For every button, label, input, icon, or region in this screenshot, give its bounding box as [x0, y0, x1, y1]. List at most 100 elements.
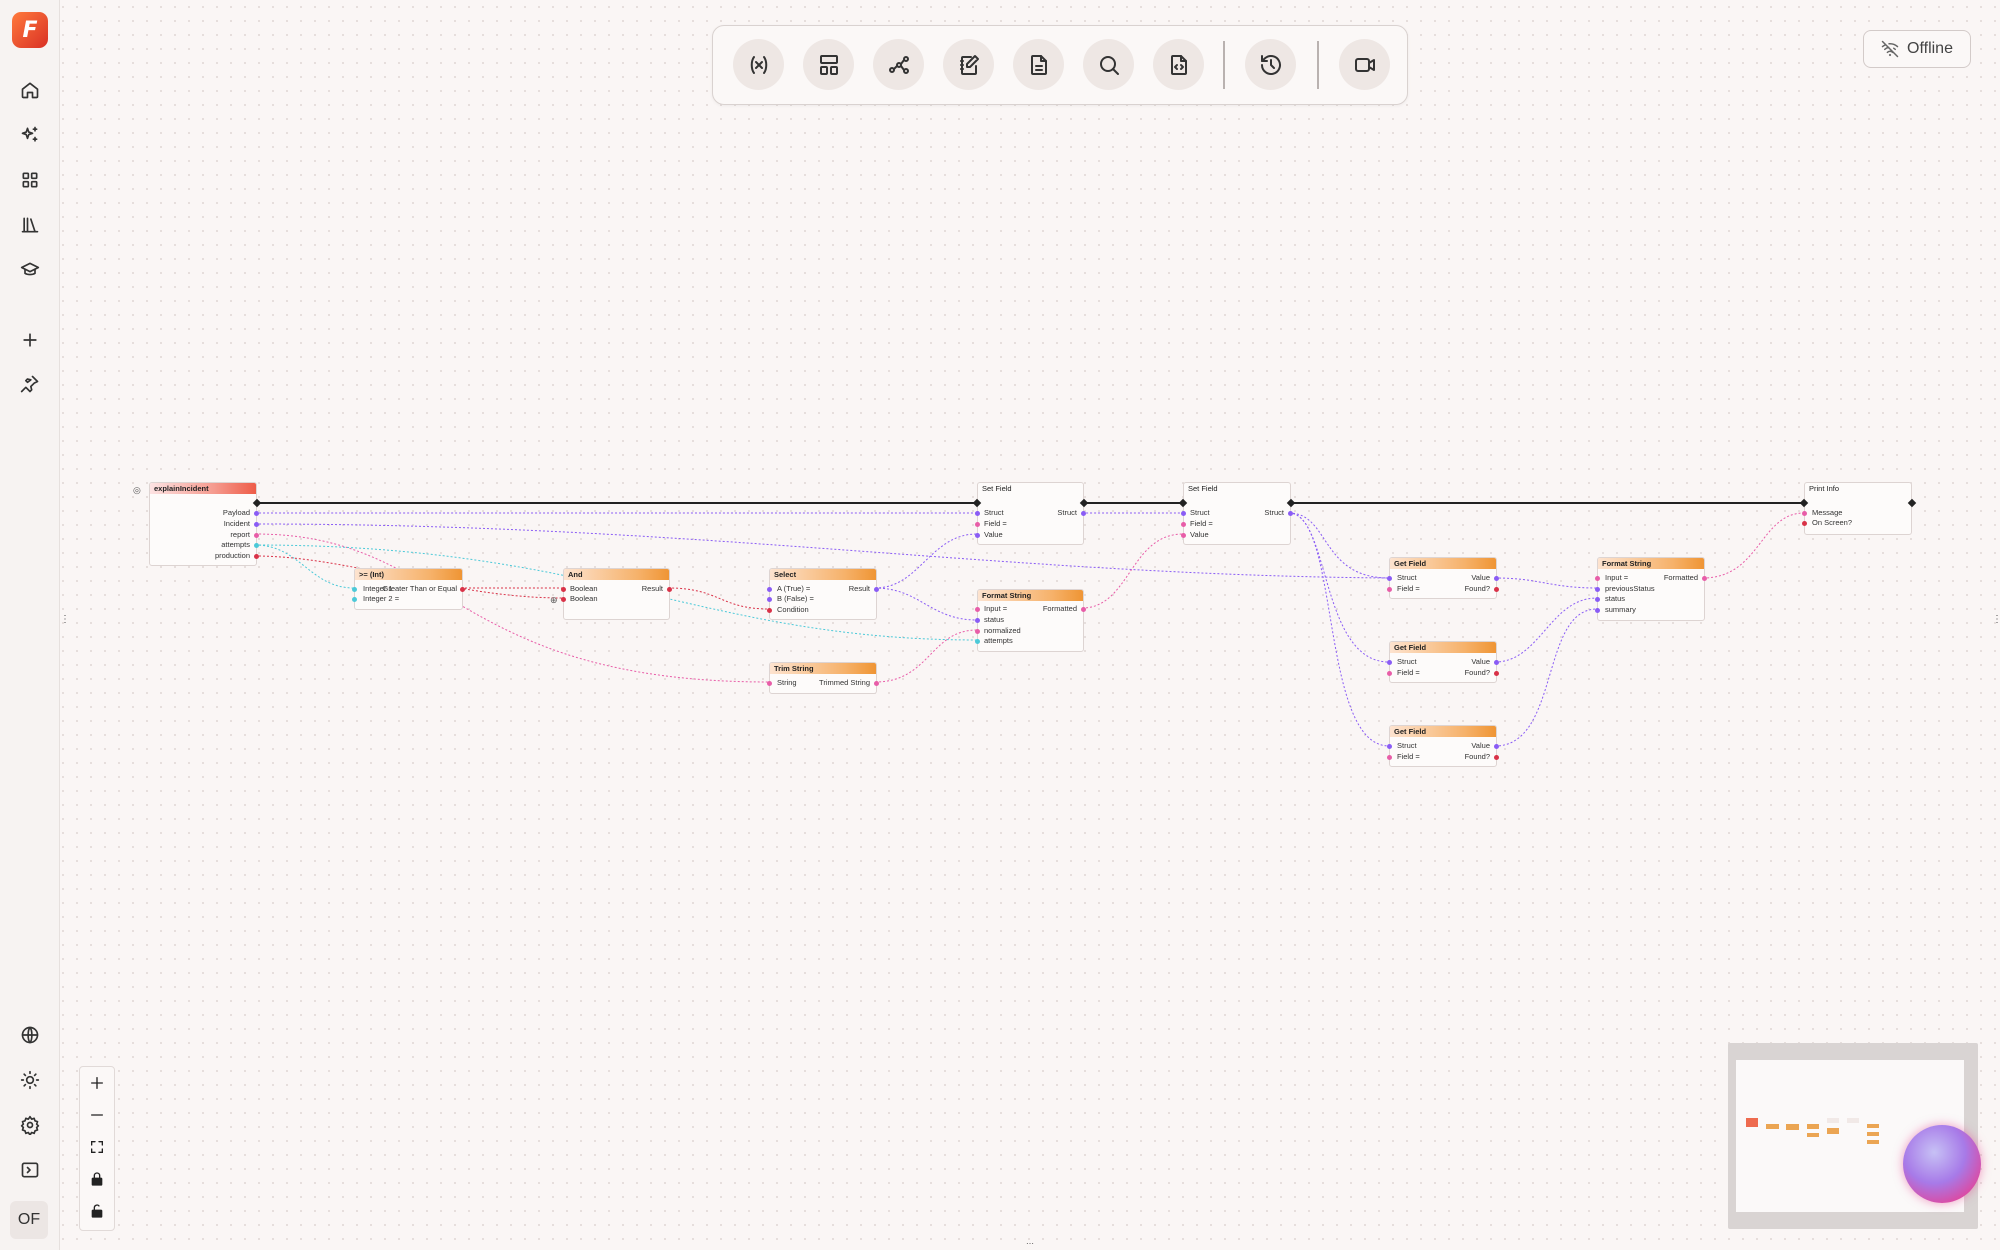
bottom-panel-handle[interactable]: ⋯ — [1022, 1240, 1038, 1248]
input-pin[interactable] — [767, 587, 772, 592]
node-print-info[interactable]: Print Info Message On Screen? — [1799, 482, 1917, 535]
input-pin[interactable] — [1181, 522, 1186, 527]
output-pin[interactable] — [874, 681, 879, 686]
library-icon[interactable] — [15, 210, 45, 240]
input-pin[interactable] — [352, 587, 357, 592]
home-icon[interactable] — [15, 75, 45, 105]
input-pin[interactable] — [767, 597, 772, 602]
output-pin[interactable] — [1494, 587, 1499, 592]
output-pin[interactable] — [1081, 511, 1086, 516]
event-target-icon[interactable]: ◎ — [133, 485, 141, 496]
input-pin[interactable] — [1181, 533, 1186, 538]
output-pin[interactable] — [1494, 671, 1499, 676]
input-pin[interactable] — [1802, 521, 1807, 526]
exec-out-pin[interactable] — [252, 498, 262, 508]
input-pin[interactable] — [975, 522, 980, 527]
output-pin[interactable] — [1288, 511, 1293, 516]
document-icon[interactable] — [1013, 39, 1064, 90]
input-pin[interactable] — [975, 533, 980, 538]
input-pin[interactable] — [767, 608, 772, 613]
zoom-in-icon[interactable] — [80, 1067, 114, 1099]
add-pin-icon[interactable]: ⊕ — [550, 595, 558, 606]
fit-view-icon[interactable] — [80, 1131, 114, 1163]
input-pin[interactable] — [352, 597, 357, 602]
app-logo[interactable]: F — [12, 12, 48, 48]
output-pin[interactable] — [1702, 576, 1707, 581]
search-icon[interactable] — [1083, 39, 1134, 90]
layout-icon[interactable] — [803, 39, 854, 90]
globe-icon[interactable] — [15, 1020, 45, 1050]
input-pin[interactable] — [975, 511, 980, 516]
input-pin[interactable] — [1595, 587, 1600, 592]
exec-out-pin[interactable] — [1907, 498, 1917, 508]
output-pin[interactable] — [254, 554, 259, 559]
notes-icon[interactable] — [943, 39, 994, 90]
gear-icon[interactable] — [15, 1110, 45, 1140]
input-pin[interactable] — [975, 639, 980, 644]
input-pin[interactable] — [1595, 608, 1600, 613]
node-format-string[interactable]: Format String Input = previousStatus sta… — [1595, 557, 1707, 621]
unlock-icon[interactable] — [80, 1195, 114, 1227]
output-pin[interactable] — [874, 587, 879, 592]
input-pin[interactable] — [975, 618, 980, 623]
node-and[interactable]: And Boolean Boolean Result — [561, 568, 672, 620]
terminal-icon[interactable] — [15, 1155, 45, 1185]
history-icon[interactable] — [1245, 39, 1296, 90]
video-icon[interactable] — [1339, 39, 1390, 90]
exec-out-pin[interactable] — [1286, 498, 1296, 508]
code-file-icon[interactable] — [1153, 39, 1204, 90]
ai-assistant-orb[interactable] — [1903, 1125, 1981, 1203]
node-format-string[interactable]: Format String Input = status normalized … — [975, 589, 1086, 652]
event-node-explain-incident[interactable]: explainIncident Payload Incident report … — [149, 482, 262, 566]
output-pin[interactable] — [1494, 755, 1499, 760]
node-set-field[interactable]: Set Field Struct Field = Value Struct — [972, 482, 1089, 545]
output-pin[interactable] — [254, 533, 259, 538]
user-avatar[interactable]: OF — [10, 1201, 48, 1239]
node-set-field[interactable]: Set Field Struct Field = Value Struct — [1178, 482, 1296, 545]
exec-in-pin[interactable] — [1178, 498, 1188, 508]
output-pin[interactable] — [1494, 660, 1499, 665]
connection-status-button[interactable]: Offline — [1863, 30, 1971, 68]
output-pin[interactable] — [254, 543, 259, 548]
input-pin[interactable] — [1802, 511, 1807, 516]
output-pin[interactable] — [1494, 576, 1499, 581]
graduation-cap-icon[interactable] — [15, 255, 45, 285]
right-panel-handle[interactable]: ⋮ — [1992, 615, 2000, 635]
graph-icon[interactable] — [873, 39, 924, 90]
node-get-field[interactable]: Get Field Struct Field = Value Found? — [1387, 725, 1499, 767]
node-greater-equal-int[interactable]: >= (Int) Integer 1 Integer 2 = Greater T… — [352, 568, 465, 610]
exec-out-pin[interactable] — [1079, 498, 1089, 508]
input-pin[interactable] — [975, 607, 980, 612]
output-pin[interactable] — [254, 522, 259, 527]
grid-icon[interactable] — [15, 165, 45, 195]
node-get-field[interactable]: Get Field Struct Field = Value Found? — [1387, 557, 1499, 599]
input-pin[interactable] — [1387, 587, 1392, 592]
variables-icon[interactable] — [733, 39, 784, 90]
input-pin[interactable] — [1595, 576, 1600, 581]
plus-icon[interactable] — [15, 325, 45, 355]
zoom-out-icon[interactable] — [80, 1099, 114, 1131]
input-pin[interactable] — [1387, 660, 1392, 665]
sun-icon[interactable] — [15, 1065, 45, 1095]
output-pin[interactable] — [254, 511, 259, 516]
input-pin[interactable] — [561, 597, 566, 602]
input-pin[interactable] — [1387, 744, 1392, 749]
node-get-field[interactable]: Get Field Struct Field = Value Found? — [1387, 641, 1499, 683]
left-panel-handle[interactable]: ⋮ — [60, 615, 70, 635]
input-pin[interactable] — [767, 681, 772, 686]
sparkles-icon[interactable] — [15, 120, 45, 150]
input-pin[interactable] — [975, 629, 980, 634]
input-pin[interactable] — [561, 587, 566, 592]
output-pin[interactable] — [460, 587, 465, 592]
node-trim-string[interactable]: Trim String String Trimmed String — [767, 662, 879, 694]
input-pin[interactable] — [1387, 671, 1392, 676]
node-select[interactable]: Select A (True) = B (False) = Condition … — [767, 568, 879, 620]
output-pin[interactable] — [667, 587, 672, 592]
exec-in-pin[interactable] — [1799, 498, 1809, 508]
pin-icon[interactable] — [15, 369, 45, 399]
input-pin[interactable] — [1387, 755, 1392, 760]
output-pin[interactable] — [1494, 744, 1499, 749]
lock-icon[interactable] — [80, 1163, 114, 1195]
input-pin[interactable] — [1181, 511, 1186, 516]
input-pin[interactable] — [1595, 597, 1600, 602]
